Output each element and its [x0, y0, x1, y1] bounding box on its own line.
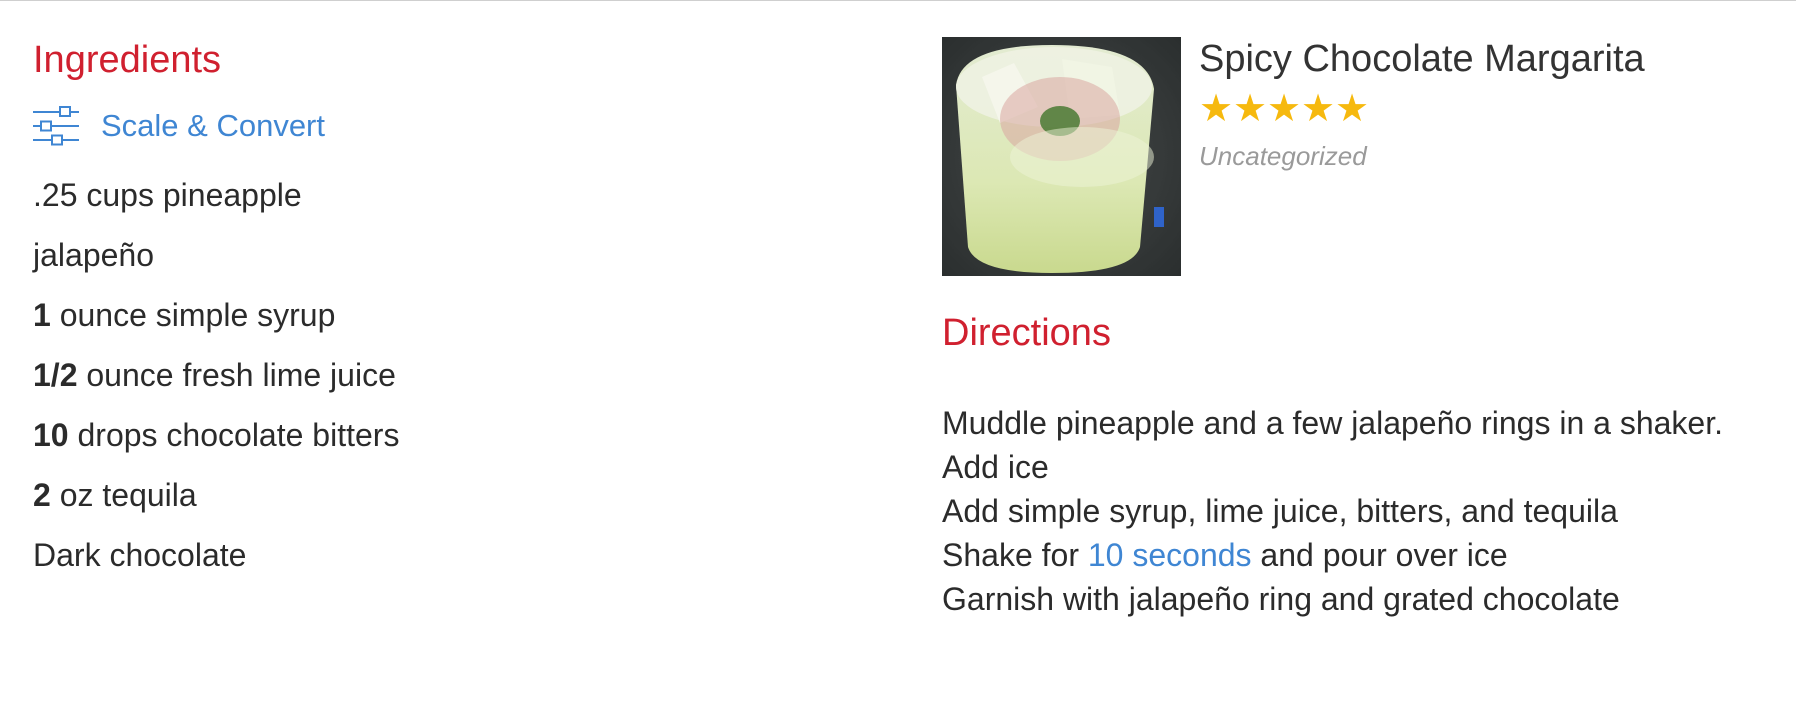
ingredient-text: ounce fresh lime juice [77, 357, 396, 393]
ingredient-item: jalapeño [33, 225, 853, 285]
ingredient-qty: 1 [33, 297, 51, 333]
ingredient-qty: 10 [33, 417, 69, 453]
ingredient-text: oz tequila [50, 477, 197, 513]
sliders-icon [33, 106, 79, 146]
direction-step: Add ice [942, 449, 1049, 485]
directions-heading: Directions [942, 312, 1111, 354]
ingredient-item: .25 cups pineapple [33, 165, 853, 225]
ingredients-panel: Ingredients Scale & Convert .25 cups pin… [33, 38, 853, 585]
ingredient-qty: 2 [33, 477, 51, 513]
ingredient-list: .25 cups pineapple jalapeño 1 ounce simp… [33, 165, 853, 585]
recipe-info: Spicy Chocolate Margarita ★ ★ ★ ★ ★ Unca… [1199, 37, 1645, 172]
ingredient-item: 2 oz tequila [33, 465, 853, 525]
scale-convert-button[interactable]: Scale & Convert [33, 106, 853, 146]
ingredient-qty: 1/2 [33, 357, 78, 393]
star-icon[interactable]: ★ [1267, 89, 1301, 129]
top-divider [0, 0, 1796, 1]
ingredient-item: Dark chocolate [33, 525, 853, 585]
direction-text: Shake for [942, 537, 1088, 573]
star-icon[interactable]: ★ [1301, 89, 1335, 129]
ingredient-text: jalapeño [33, 237, 154, 273]
ingredient-text: Dark chocolate [33, 537, 247, 573]
direction-step: Add simple syrup, lime juice, bitters, a… [942, 493, 1618, 529]
recipe-photo[interactable] [942, 37, 1181, 276]
star-icon[interactable]: ★ [1233, 89, 1267, 129]
directions-text: Muddle pineapple and a few jalapeño ring… [942, 401, 1782, 621]
ingredient-item: 1/2 ounce fresh lime juice [33, 345, 853, 405]
recipe-header: Spicy Chocolate Margarita ★ ★ ★ ★ ★ Unca… [942, 37, 1782, 276]
ingredient-text: drops chocolate bitters [68, 417, 400, 453]
recipe-panel: Spicy Chocolate Margarita ★ ★ ★ ★ ★ Unca… [942, 37, 1782, 621]
recipe-title: Spicy Chocolate Margarita [1199, 38, 1645, 80]
star-icon[interactable]: ★ [1199, 89, 1233, 129]
ingredients-heading: Ingredients [33, 39, 222, 81]
star-icon[interactable]: ★ [1335, 89, 1369, 129]
ingredient-text: .25 cups pineapple [33, 177, 302, 213]
direction-step: Muddle pineapple and a few jalapeño ring… [942, 405, 1723, 441]
ingredient-item: 1 ounce simple syrup [33, 285, 853, 345]
direction-text: and pour over ice [1251, 537, 1508, 573]
ingredient-item: 10 drops chocolate bitters [33, 405, 853, 465]
direction-step: Garnish with jalapeño ring and grated ch… [942, 581, 1620, 617]
timer-link[interactable]: 10 seconds [1088, 537, 1252, 573]
recipe-category[interactable]: Uncategorized [1199, 141, 1645, 172]
ingredient-text: ounce simple syrup [50, 297, 336, 333]
direction-step: Shake for 10 seconds and pour over ice [942, 533, 1782, 577]
rating-stars[interactable]: ★ ★ ★ ★ ★ [1199, 89, 1645, 129]
scale-convert-label: Scale & Convert [101, 108, 325, 143]
